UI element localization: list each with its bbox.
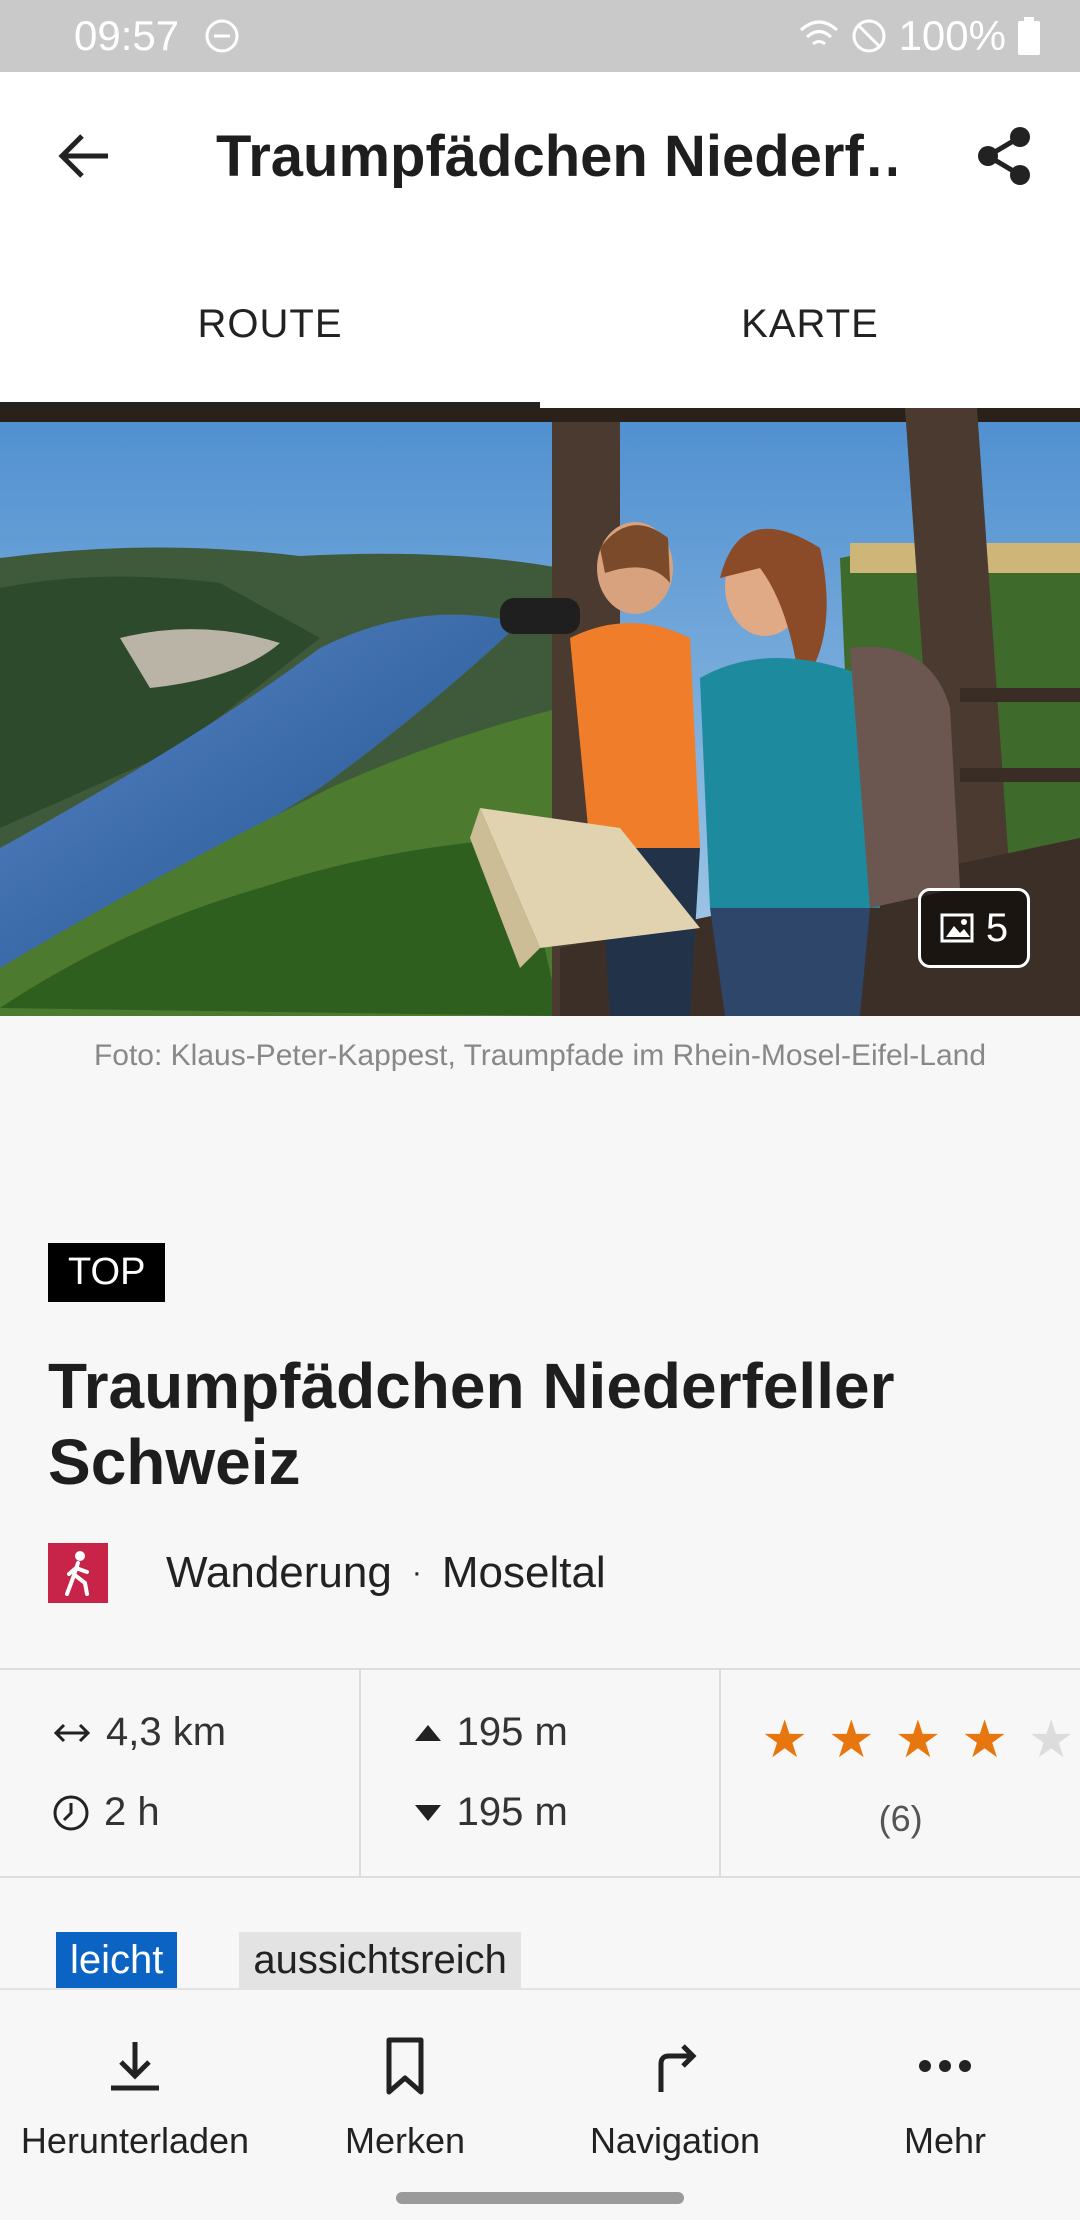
gallery-count-button[interactable]: 5 xyxy=(918,888,1030,968)
tour-category: Wanderung xyxy=(166,1548,392,1597)
battery-percent: 100% xyxy=(898,12,1006,59)
bottom-action-bar: Herunterladen Merken Navigation Mehr xyxy=(0,1988,1080,2172)
stats-rating[interactable]: ★ ★ ★ ★ ★ (6) xyxy=(719,1670,1080,1876)
tab-route[interactable]: ROUTE xyxy=(0,240,540,408)
wifi-off-icon xyxy=(799,20,838,46)
hiking-icon xyxy=(48,1543,108,1603)
tag-list: leicht aussichtsreich xyxy=(56,1932,521,1988)
more-button[interactable]: Mehr xyxy=(810,1990,1080,2172)
tour-region: Moseltal xyxy=(441,1548,606,1597)
bookmark-button[interactable]: Merken xyxy=(270,1990,540,2172)
top-badge: TOP xyxy=(48,1243,166,1302)
star-filled-icon: ★ xyxy=(827,1711,875,1769)
photo-count: 5 xyxy=(985,905,1009,950)
distance-icon xyxy=(53,1723,91,1742)
star-filled-icon: ★ xyxy=(961,1711,1008,1769)
tour-stats: 4,3 km 2 h 195 m 195 m ★ ★ ★ ★ ★ (6) xyxy=(0,1668,1080,1878)
more-label: Mehr xyxy=(903,2120,987,2161)
share-icon xyxy=(978,127,1030,185)
meta-separator: · xyxy=(411,1556,422,1589)
distance-value: 4,3 km xyxy=(106,1710,227,1754)
ascent-icon xyxy=(414,1724,441,1741)
do-not-disturb-icon xyxy=(205,19,239,53)
battery-icon xyxy=(1018,17,1040,55)
app-bar: Traumpfädchen Niederf… xyxy=(0,72,1080,240)
arrow-back-icon xyxy=(58,134,108,178)
status-time: 09:57 xyxy=(74,12,180,59)
download-icon xyxy=(111,2042,159,2091)
back-button[interactable] xyxy=(48,120,120,192)
more-icon xyxy=(919,2060,971,2072)
navigation-label: Navigation xyxy=(589,2120,761,2161)
page-title: Traumpfädchen Niederf… xyxy=(216,124,896,189)
tour-meta: Wanderung · Moseltal xyxy=(48,1543,606,1603)
download-button[interactable]: Herunterladen xyxy=(0,1990,270,2172)
duration-value: 2 h xyxy=(104,1790,160,1834)
star-filled-icon: ★ xyxy=(761,1711,808,1769)
download-label: Herunterladen xyxy=(20,2120,250,2161)
ascent-value: 195 m xyxy=(456,1710,568,1754)
navigation-button[interactable]: Navigation xyxy=(540,1990,810,2172)
clock-icon xyxy=(53,1795,89,1830)
tab-bar: ROUTE KARTE xyxy=(0,240,1080,408)
tag-scenic: aussichtsreich xyxy=(239,1932,521,1988)
no-signal-icon xyxy=(852,19,886,53)
tour-title: Traumpfädchen Niederfeller Schweiz xyxy=(48,1350,895,1498)
descent-value: 195 m xyxy=(456,1790,568,1834)
image-icon xyxy=(940,913,974,943)
status-bar: 09:57 100% xyxy=(0,0,1080,72)
rating-stars: ★ ★ ★ ★ ★ xyxy=(761,1712,1074,1768)
bookmark-label: Merken xyxy=(344,2120,466,2161)
share-button[interactable] xyxy=(964,120,1044,192)
star-empty-icon: ★ xyxy=(1027,1711,1075,1769)
home-indicator[interactable] xyxy=(396,2192,684,2204)
descent-icon xyxy=(414,1804,441,1821)
hero-photo[interactable]: 5 xyxy=(0,408,1080,1016)
star-filled-icon: ★ xyxy=(894,1711,942,1769)
rating-count: (6) xyxy=(878,1798,923,1839)
tag-difficulty: leicht xyxy=(56,1932,178,1988)
photo-credit: Foto: Klaus-Peter-Kappest, Traumpfade im… xyxy=(93,1039,987,1072)
turn-right-icon xyxy=(658,2044,697,2092)
stats-distance-duration: 4,3 km 2 h xyxy=(0,1670,359,1876)
stats-elevation: 195 m 195 m xyxy=(358,1670,720,1876)
tab-karte[interactable]: KARTE xyxy=(540,240,1080,408)
bookmark-icon xyxy=(386,2037,424,2095)
